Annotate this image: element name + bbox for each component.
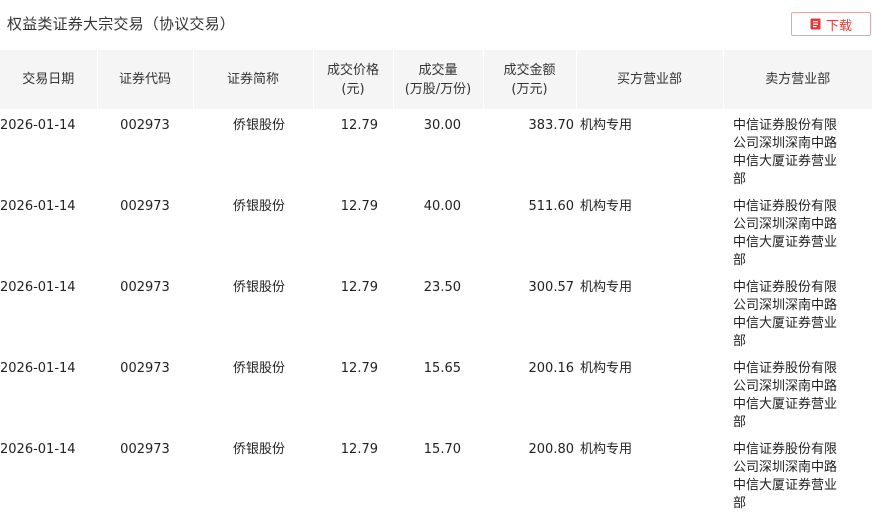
cell-volume: 30.00 xyxy=(423,118,461,133)
cell-price: 12.79 xyxy=(340,280,378,295)
cell-seller: 中信证券股份有限公司深圳深南中路中信大厦证券营业部 xyxy=(733,199,838,268)
cell-seller: 中信证券股份有限公司深圳深南中路中信大厦证券营业部 xyxy=(733,118,838,187)
cell-amount: 200.80 xyxy=(528,442,575,457)
cell-amount: 300.57 xyxy=(528,280,575,295)
cell-price: 12.79 xyxy=(340,442,378,457)
cell-security-name: 侨银股份 xyxy=(232,442,285,457)
col-header-price: 成交价格 (元) xyxy=(313,50,394,109)
table-row: 2026-01-14 002973 侨银股份 12.79 23.50 300.57 机构专用… xyxy=(0,271,872,352)
col-header-security-name: 证券简称 xyxy=(193,50,314,109)
cell-security-name: 侨银股份 xyxy=(232,280,285,295)
cell-security-code: 002973 xyxy=(120,118,170,133)
cell-security-code: 002973 xyxy=(120,361,170,376)
cell-trade-date: 2026-01-14 xyxy=(0,361,76,376)
download-label: 下载 xyxy=(825,18,852,34)
table-row: 2026-01-14 002973 侨银股份 12.79 40.00 511.60 机构专用… xyxy=(0,190,872,271)
cell-trade-date: 2026-01-14 xyxy=(0,118,76,133)
cell-buyer: 机构专用 xyxy=(580,442,633,457)
cell-trade-date: 2026-01-14 xyxy=(0,280,76,295)
cell-security-code: 002973 xyxy=(120,280,170,295)
col-header-security-code: 证券代码 xyxy=(97,50,194,109)
page-title: 权益类证券大宗交易（协议交易） xyxy=(7,15,236,33)
cell-amount: 511.60 xyxy=(528,199,575,214)
cell-security-name: 侨银股份 xyxy=(232,199,285,214)
table-body: 2026-01-14 002973 侨银股份 12.79 30.00 383.70 机构专用… xyxy=(0,109,872,514)
table-row: 2026-01-14 002973 侨银股份 12.79 30.00 383.70 机构专用… xyxy=(0,109,872,190)
cell-security-code: 002973 xyxy=(120,442,170,457)
cell-volume: 23.50 xyxy=(423,280,461,295)
cell-buyer: 机构专用 xyxy=(580,118,633,133)
page-header: 权益类证券大宗交易（协议交易） 下载 xyxy=(0,0,872,50)
download-button[interactable]: 下载 xyxy=(791,12,871,36)
cell-trade-date: 2026-01-14 xyxy=(0,442,76,457)
table-header-row: 交易日期 证券代码 证券简称 成交价格 (元) 成交量 (万股/万份) 成交金额 (万… xyxy=(0,50,872,109)
cell-trade-date: 2026-01-14 xyxy=(0,199,76,214)
cell-seller: 中信证券股份有限公司深圳深南中路中信大厦证券营业部 xyxy=(733,280,838,349)
trade-table-container: 交易日期 证券代码 证券简称 成交价格 (元) 成交量 (万股/万份) 成交金额 (万… xyxy=(0,50,872,514)
cell-buyer: 机构专用 xyxy=(580,361,633,376)
col-header-volume: 成交量 (万股/万份) xyxy=(393,50,484,109)
cell-price: 12.79 xyxy=(340,118,378,133)
cell-seller: 中信证券股份有限公司深圳深南中路中信大厦证券营业部 xyxy=(733,361,838,430)
cell-seller: 中信证券股份有限公司深圳深南中路中信大厦证券营业部 xyxy=(733,442,838,511)
cell-security-name: 侨银股份 xyxy=(232,118,285,133)
block-trade-table: 交易日期 证券代码 证券简称 成交价格 (元) 成交量 (万股/万份) 成交金额 (万… xyxy=(0,50,872,514)
document-icon xyxy=(810,18,821,30)
col-header-trade-date: 交易日期 xyxy=(0,50,98,109)
table-row: 2026-01-14 002973 侨银股份 12.79 15.65 200.16 机构专用… xyxy=(0,352,872,433)
cell-amount: 200.16 xyxy=(528,361,575,376)
cell-security-name: 侨银股份 xyxy=(232,361,285,376)
cell-amount: 383.70 xyxy=(528,118,575,133)
col-header-buyer: 买方营业部 xyxy=(576,50,724,109)
cell-buyer: 机构专用 xyxy=(580,280,633,295)
cell-security-code: 002973 xyxy=(120,199,170,214)
table-row: 2026-01-14 002973 侨银股份 12.79 15.70 200.80 机构专用… xyxy=(0,433,872,514)
cell-price: 12.79 xyxy=(340,199,378,214)
cell-volume: 40.00 xyxy=(423,199,461,214)
cell-price: 12.79 xyxy=(340,361,378,376)
col-header-seller: 卖方营业部 xyxy=(723,50,872,109)
cell-buyer: 机构专用 xyxy=(580,199,633,214)
cell-volume: 15.65 xyxy=(423,361,461,376)
col-header-amount: 成交金额 (万元) xyxy=(483,50,577,109)
cell-volume: 15.70 xyxy=(423,442,461,457)
